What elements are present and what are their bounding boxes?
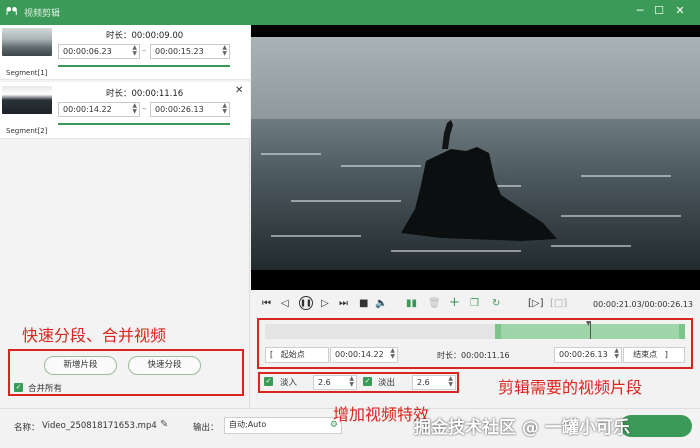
volume-icon[interactable]: 🔈 [375,298,387,309]
spin-arrows-icon[interactable]: ▲ ▼ [222,45,227,57]
output-value: 自动;Auto [229,420,267,429]
fade-out-checkbox[interactable]: ✓ [363,377,372,386]
video-preview[interactable] [251,25,700,290]
delete-icon[interactable]: 🗑 [428,298,441,309]
fade-out-field[interactable]: 2.6 ▲ ▼ [412,375,456,390]
selected-range[interactable] [497,324,685,339]
stop-icon[interactable]: ■ [359,298,368,309]
next-frame-icon[interactable]: ▷ [321,298,329,309]
bracket-close-icon: ] [664,350,668,359]
mark-in-icon[interactable]: [▷] [528,298,544,309]
end-point-button[interactable]: 结束点 ] [623,347,685,363]
segment-start-field[interactable]: 00:00:14.22 ▲ ▼ [58,102,140,117]
copy-icon[interactable]: ❐ [470,298,479,309]
spin-arrows-icon[interactable]: ▲ ▼ [132,45,137,57]
edit-pencil-icon[interactable]: ✎ [160,419,168,430]
name-label: 名称： [14,423,40,433]
add-segment-button[interactable]: 新增片段 [44,356,117,375]
pause-icon[interactable]: ❚❚ [299,296,313,310]
segment-end-value: 00:00:15.23 [155,47,204,56]
merge-all-checkbox[interactable]: ✓ [14,383,23,392]
output-select[interactable]: 自动;Auto ⚙ [224,417,342,434]
fade-in-value: 2.6 [318,378,331,387]
title-bar: ᖰᖳ 视频剪辑 ─ ☐ ✕ [0,0,700,25]
segment-duration: 时长：00:00:09.00 [106,31,184,41]
start-time-value: 00:00:14.22 [335,350,384,359]
minimize-button[interactable]: ─ [633,4,647,17]
segment-progress [58,65,230,67]
range-dash: – [142,46,147,56]
segment-end-value: 00:00:26.13 [155,105,204,114]
skip-end-icon[interactable]: ⏭ [339,298,348,309]
end-point-label: 结束点 [633,350,658,359]
annotation-left: 快速分段、合并视频 [22,326,167,345]
fade-out-value: 2.6 [417,378,430,387]
export-button[interactable] [620,415,692,437]
fade-in-label: 淡入 [280,378,298,388]
skip-start-icon[interactable]: ⏮ [262,298,271,309]
annotation-right: 剪辑需要的视频片段 [498,378,643,397]
range-start-handle[interactable] [495,324,501,339]
segment-progress [58,123,230,125]
segment-start-field[interactable]: 00:00:06.23 ▲ ▼ [58,44,140,59]
watermark: 掘金技术社区 @ 一罐小可乐 [414,418,630,438]
segment-end-field[interactable]: 00:00:26.13 ▲ ▼ [150,102,230,117]
remove-segment-icon[interactable]: ✕ [235,85,243,96]
timeline-track[interactable]: ▼ [265,320,685,339]
range-end-handle[interactable] [679,324,685,339]
playhead-marker-icon: ▼ [586,320,591,327]
window-title: 视频剪辑 [24,9,61,19]
segment-label: Segment[1] [6,69,48,77]
add-icon[interactable]: + [449,295,460,310]
spin-arrows-icon[interactable]: ▲ ▼ [349,376,354,388]
spin-arrows-icon[interactable]: ▲ ▼ [390,348,395,360]
output-label: 输出： [193,423,219,433]
segment-label: Segment[2] [6,127,48,135]
bottom-bar: 名称： Video_250818171653.mp4 ✎ 输出： 自动;Auto… [0,405,700,448]
start-point-label: 起始点 [280,350,305,359]
reset-icon[interactable]: ↻ [492,298,500,309]
maximize-button[interactable]: ☐ [652,4,666,17]
start-point-button[interactable]: [ 起始点 [265,347,329,363]
spin-arrows-icon[interactable]: ▲ ▼ [448,376,453,388]
segment-item[interactable]: Segment[2] 时长：00:00:11.16 ✕ 00:00:14.22 … [0,82,250,139]
segment-item[interactable]: Segment[1] 时长：00:00:09.00 00:00:06.23 ▲ ▼… [0,25,250,80]
video-frame [251,25,700,290]
range-dash: – [142,104,147,114]
end-time-field[interactable]: 00:00:26.13 ▲ ▼ [554,347,622,363]
playback-time: 00:00:21.03/00:00:26.13 [593,300,693,309]
segment-start-value: 00:00:14.22 [63,105,112,114]
spin-arrows-icon[interactable]: ▲ ▼ [614,348,619,360]
segment-thumbnail [2,86,52,114]
spin-arrows-icon[interactable]: ▲ ▼ [132,103,137,115]
bracket-open-icon: [ [270,350,274,359]
split-icon[interactable]: ▮▮ [406,298,417,309]
fade-out-label: 淡出 [378,378,396,388]
segment-thumbnail [2,28,52,56]
close-button[interactable]: ✕ [673,4,687,17]
fade-in-field[interactable]: 2.6 ▲ ▼ [313,375,357,390]
mark-out-icon[interactable]: [□] [550,298,567,309]
segment-duration: 时长：00:00:11.16 [106,89,184,99]
trim-duration: 时长：00:00:11.16 [437,351,510,360]
segment-panel: Segment[1] 时长：00:00:09.00 00:00:06.23 ▲ ▼… [0,25,250,408]
segment-start-value: 00:00:06.23 [63,47,112,56]
file-name: Video_250818171653.mp4 [42,421,157,431]
segment-end-field[interactable]: 00:00:15.23 ▲ ▼ [150,44,230,59]
app-logo-icon: ᖰᖳ [6,5,18,18]
end-time-value: 00:00:26.13 [559,350,608,359]
prev-frame-icon[interactable]: ◁ [281,298,289,309]
start-time-field[interactable]: 00:00:14.22 ▲ ▼ [330,347,398,363]
spin-arrows-icon[interactable]: ▲ ▼ [222,103,227,115]
merge-all-label: 合并所有 [28,384,63,394]
fade-in-checkbox[interactable]: ✓ [264,377,273,386]
player-toolbar: ⏮ ◁ ❚❚ ▷ ⏭ ■ 🔈 ▮▮ 🗑 + ❐ ↻ [▷] [□] 00:00:… [251,290,700,318]
quick-split-button[interactable]: 快速分段 [128,356,201,375]
